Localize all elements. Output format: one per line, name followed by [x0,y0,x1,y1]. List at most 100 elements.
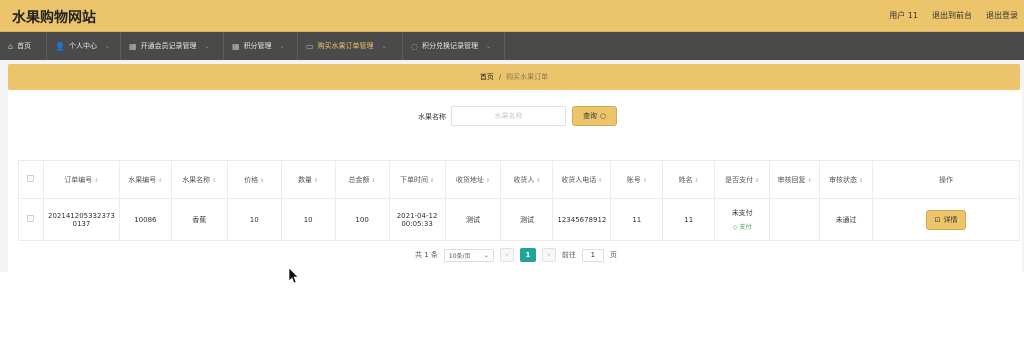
sort-icon: ⇕ [807,177,812,184]
page-number-current[interactable]: 1 [519,248,536,262]
nav-label: 开通会员记录管理 [140,42,197,50]
chat-icon: ▭ [306,41,314,51]
breadcrumb: 首页 / 购买水果订单 [8,64,1020,90]
column-header[interactable]: 账号 ⇕ [610,160,664,199]
table-header-row: 订单编号 ⇕ 水果编号 ⇕ 水果名称 ⇕ 价格 ⇕ 数量 ⇕ 总金额 ⇕ 下单时间 ⇕ 收货地… [18,160,1020,199]
detail-button[interactable]: ⊡ 详情 [925,209,967,230]
page-unit: 页 [609,251,617,259]
column-header[interactable]: 姓名 ⇕ [662,160,716,199]
column-header[interactable]: 是否支付 ⇕ [714,160,771,199]
goto-label: 前往 [561,251,576,259]
search-button[interactable]: 查询 ○ [572,106,617,126]
table-row: 2021412053323730137 10086 香蕉 10 10 100 2… [18,198,1020,241]
nav-label: 积分兑换记录管理 [421,42,478,50]
column-header[interactable]: 订单编号 ⇕ [42,160,120,199]
row-checkbox[interactable] [27,215,35,222]
account-cell: 11 [610,198,664,241]
column-header[interactable]: 数量 ⇕ [280,160,336,199]
fruit-name-search-input[interactable] [451,106,566,126]
sort-icon: ⇕ [314,177,319,184]
page-size-select[interactable]: 10条/页 ⌄ [443,248,494,262]
sort-icon: ⇕ [485,177,491,184]
action-cell: ⊡ 详情 [872,198,1020,241]
column-header[interactable]: 下单时间 ⇕ [388,160,446,199]
nav-label: 购买水果订单管理 [317,42,374,50]
row-select-cell[interactable] [18,198,44,241]
column-header[interactable]: 收货地址 ⇕ [444,160,502,199]
sort-icon: ⇕ [642,177,647,184]
top-header: 水果购物网站 用户 11 退出到前台 退出登录 [0,0,1024,32]
sort-icon: ⇕ [94,177,99,184]
select-all-cell[interactable] [18,160,44,199]
chevron-down-icon: ⌄ [104,42,110,50]
nav-item-points[interactable]: ▦ 积分管理 ⌄ [224,32,298,60]
chevron-down-icon: ⌄ [279,42,285,50]
receiver-cell: 测试 [500,198,554,241]
pay-icon: ◇ [732,224,738,231]
mouse-cursor-icon [289,268,299,284]
chevron-down-icon: ⌄ [485,42,492,50]
sort-icon: ⇕ [260,177,265,184]
total-cell: 100 [334,198,390,241]
pagination: 共 1 条 10条/页 ⌄ ‹ 1 › 前往 页 [415,248,617,262]
nav-item-personal[interactable]: 👤 个人中心 ⌄ [47,32,121,60]
price-cell: 10 [226,198,282,241]
address-cell: 测试 [444,198,502,241]
sort-icon: ⇕ [694,177,699,184]
logout-link[interactable]: 退出登录 [986,10,1018,21]
pay-link[interactable]: ◇ 支付 [717,222,767,231]
column-header[interactable]: 水果名称 ⇕ [170,160,228,199]
column-header[interactable]: 审核回复 ⇕ [769,160,821,199]
nav-item-fruit-orders[interactable]: ▭ 购买水果订单管理 ⌄ [298,32,403,60]
quantity-cell: 10 [280,198,336,241]
chevron-down-icon: ⌄ [381,42,387,50]
user-name[interactable]: 用户 11 [889,10,918,21]
sort-icon: ⇕ [212,177,217,184]
main-nav: ⌂ 首页 👤 个人中心 ⌄ ▦ 开通会员记录管理 ⌄ ▦ 积分管理 ⌄ ▭ 购买… [0,32,1024,60]
phone-cell: 12345678912 [552,198,612,241]
circle-icon: ◌ [411,41,418,51]
sort-icon: ⇕ [371,177,376,184]
select-all-checkbox[interactable] [27,175,35,182]
nav-item-home[interactable]: ⌂ 首页 [0,32,47,60]
paid-status: 未支付 [731,209,753,217]
paid-cell: 未支付 ◇ 支付 [714,198,771,241]
nav-item-points-exchange[interactable]: ◌ 积分兑换记录管理 ⌄ [403,32,505,60]
column-header[interactable]: 收货人 ⇕ [500,160,554,199]
back-to-front-link[interactable]: 退出到前台 [932,10,972,21]
user-icon: 👤 [55,41,65,51]
column-header[interactable]: 总金额 ⇕ [334,160,390,199]
header-actions: 用户 11 退出到前台 退出登录 [889,10,1018,21]
grid-icon: ▦ [129,41,137,51]
detail-icon: ⊡ [934,215,941,224]
sort-icon: ⇕ [755,177,760,184]
chevron-down-icon: ⌄ [483,251,489,259]
sort-icon: ⇕ [598,177,603,184]
search-button-label: 查询 [582,112,597,120]
nav-label: 积分管理 [243,42,272,50]
fruit-name-cell: 香蕉 [170,198,228,241]
order-no-cell: 2021412053323730137 [42,198,120,241]
goto-page-input[interactable] [581,248,604,262]
search-label: 水果名称 [418,113,446,121]
column-header[interactable]: 审核状态 ⇕ [819,160,874,199]
order-time-cell: 2021-04-12 00:05:33 [388,198,446,241]
next-page-button[interactable]: › [541,248,556,262]
sort-icon: ⇕ [858,177,864,184]
breadcrumb-current: 购买水果订单 [506,73,549,81]
name-cell: 11 [662,198,716,241]
column-header[interactable]: 水果编号 ⇕ [118,160,172,199]
fruit-no-cell: 10086 [118,198,172,241]
orders-table: 订单编号 ⇕ 水果编号 ⇕ 水果名称 ⇕ 价格 ⇕ 数量 ⇕ 总金额 ⇕ 下单时间 ⇕ 收货地… [18,160,1020,241]
nav-item-membership[interactable]: ▦ 开通会员记录管理 ⌄ [121,32,224,60]
column-header[interactable]: 收货人电话 ⇕ [552,160,612,199]
breadcrumb-separator: / [498,73,502,81]
sort-icon: ⇕ [158,177,163,184]
nav-label: 首页 [17,42,32,50]
column-header[interactable]: 价格 ⇕ [226,160,282,199]
sort-icon: ⇕ [536,177,541,184]
grid-icon: ▦ [232,41,240,51]
prev-page-button[interactable]: ‹ [499,248,514,262]
nav-label: 个人中心 [68,42,97,50]
breadcrumb-home[interactable]: 首页 [480,72,494,82]
